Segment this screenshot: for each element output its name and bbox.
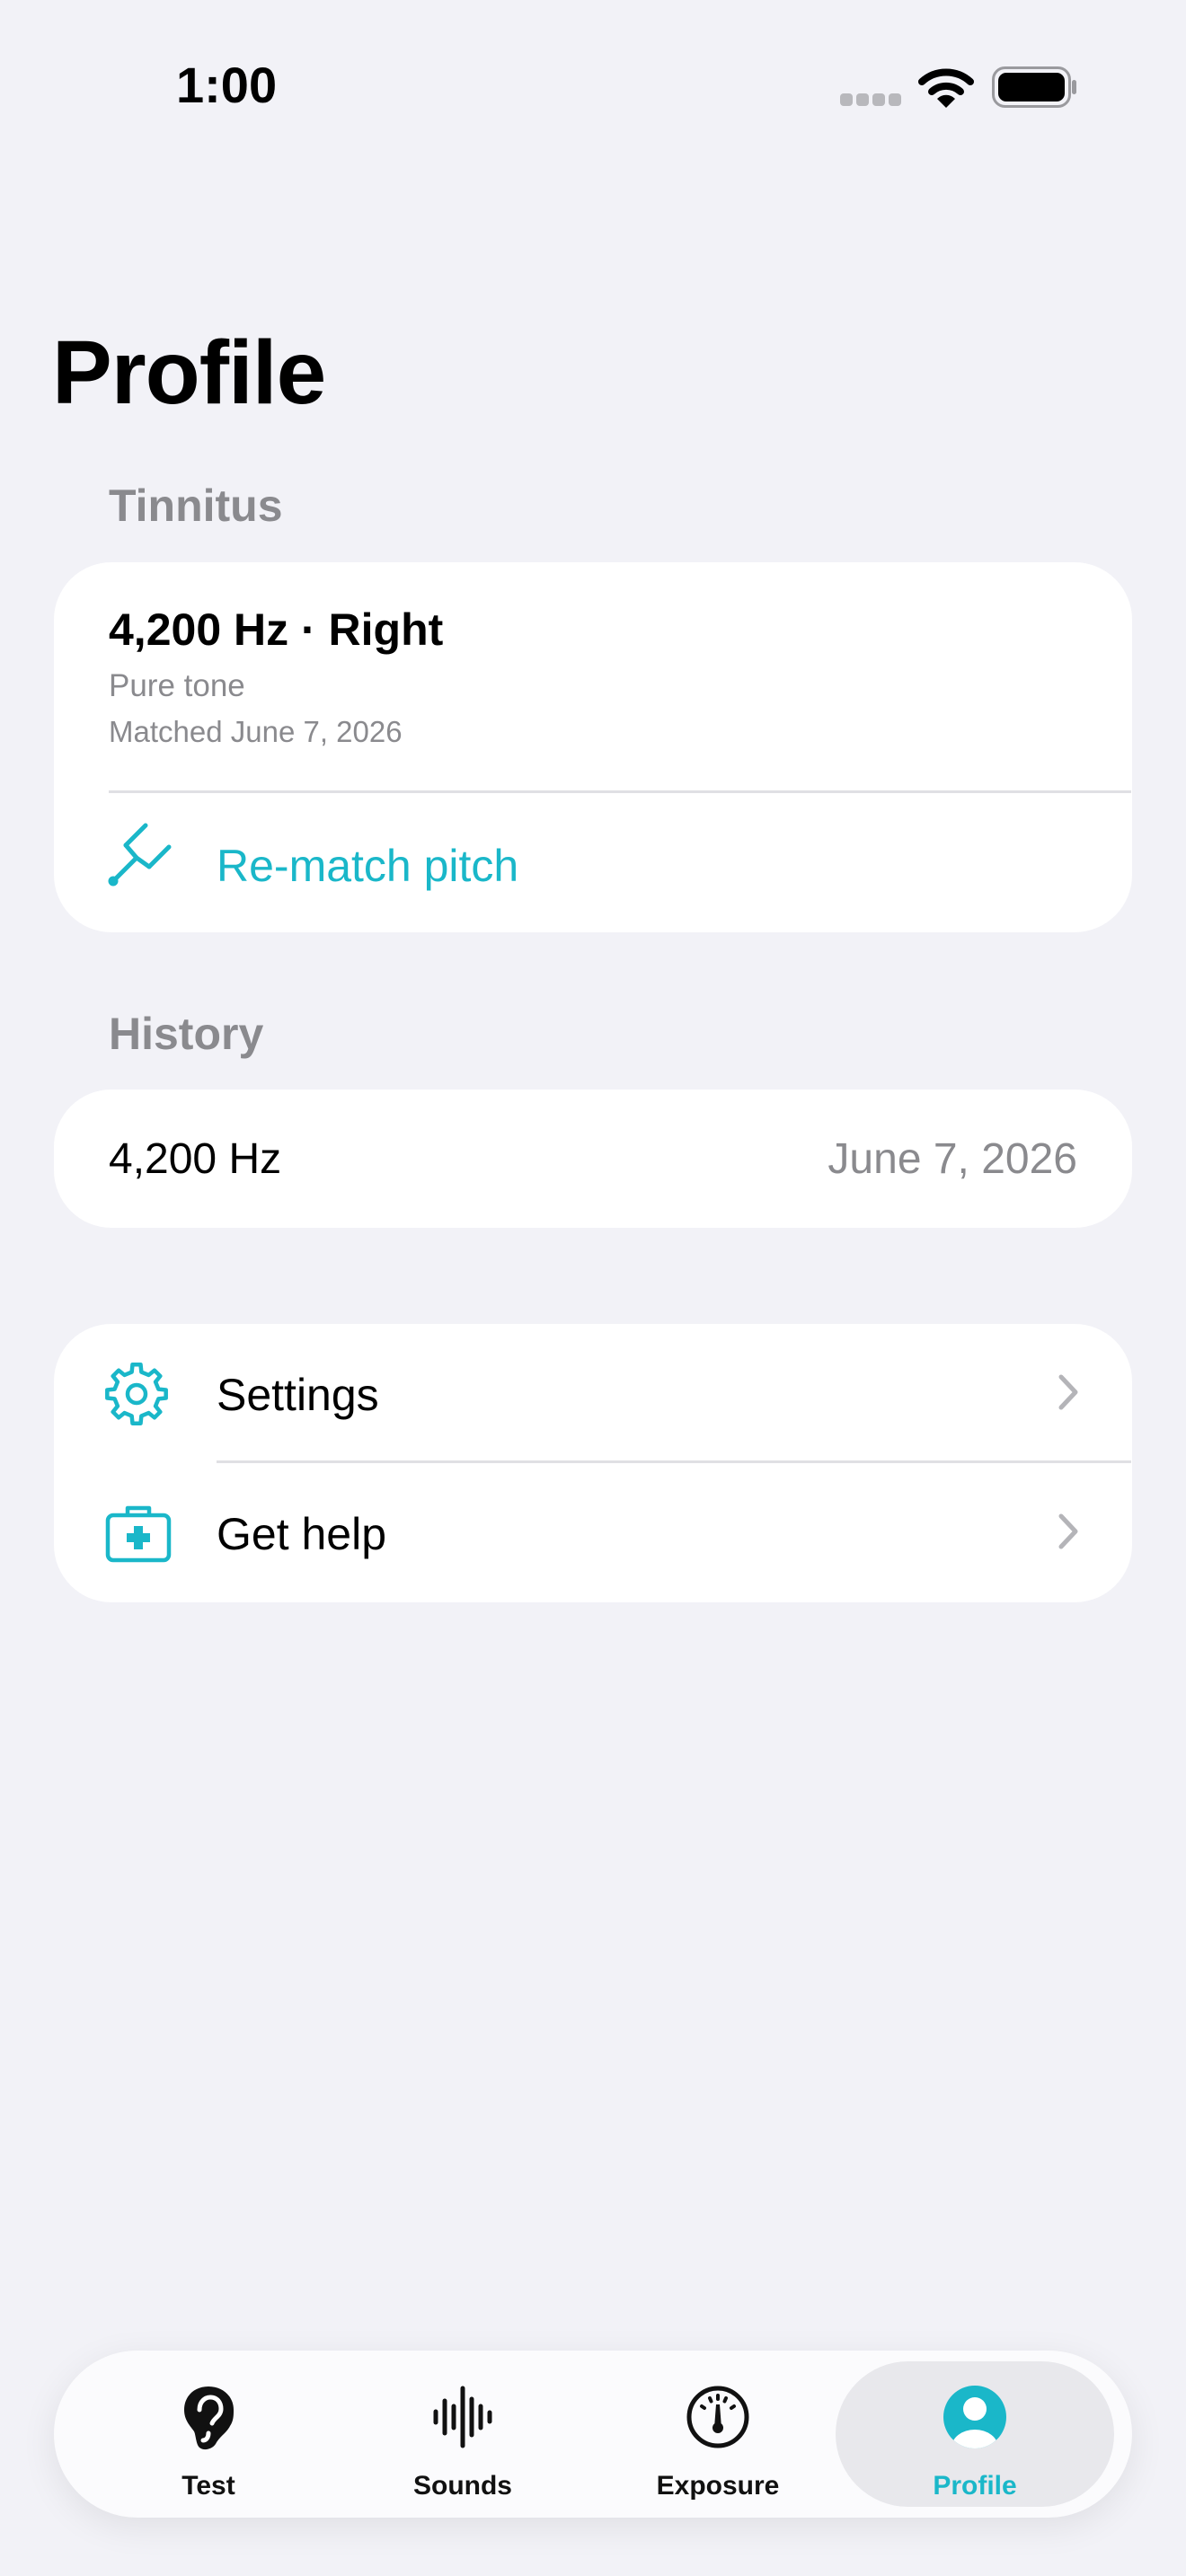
chevron-right-icon <box>1058 1513 1078 1549</box>
gear-icon <box>105 1363 168 1425</box>
settings-row[interactable]: Settings <box>54 1324 1132 1463</box>
cellular-signal-icon <box>840 93 901 106</box>
tab-test[interactable]: Test <box>83 2361 334 2507</box>
get-help-label: Get help <box>217 1509 387 1559</box>
page-title: Profile <box>52 322 326 423</box>
tab-label: Sounds <box>413 2471 512 2501</box>
history-item[interactable]: 4,200 Hz June 7, 2026 <box>54 1090 1132 1228</box>
history-frequency: 4,200 Hz <box>109 1135 282 1183</box>
section-header-tinnitus: Tinnitus <box>109 481 283 531</box>
person-circle-icon <box>943 2386 1006 2448</box>
waveform-icon <box>433 2386 492 2448</box>
rematch-pitch-button[interactable]: Re-match pitch <box>54 793 1132 932</box>
chevron-right-icon <box>1058 1374 1078 1410</box>
history-card: 4,200 Hz June 7, 2026 <box>54 1090 1132 1228</box>
tab-sounds[interactable]: Sounds <box>337 2361 589 2507</box>
status-bar: 1:00 <box>0 0 1186 180</box>
tab-label: Exposure <box>656 2471 780 2501</box>
ear-icon <box>184 2386 234 2450</box>
tab-label: Profile <box>933 2471 1017 2501</box>
history-date: June 7, 2026 <box>828 1135 1077 1183</box>
wifi-icon <box>918 68 974 108</box>
tinnitus-tone-type: Pure tone <box>109 668 245 703</box>
menu-card: Settings Get help <box>54 1324 1132 1602</box>
settings-label: Settings <box>217 1370 379 1420</box>
tuning-fork-icon <box>108 823 172 887</box>
section-header-history: History <box>109 1009 264 1059</box>
get-help-row[interactable]: Get help <box>54 1463 1132 1602</box>
tab-exposure[interactable]: Exposure <box>592 2361 844 2507</box>
gauge-icon <box>686 2386 749 2448</box>
rematch-pitch-label: Re-match pitch <box>217 841 519 891</box>
first-aid-kit-icon <box>105 1505 172 1563</box>
tab-label: Test <box>181 2471 235 2501</box>
tab-profile[interactable]: Profile <box>836 2361 1114 2507</box>
status-time: 1:00 <box>176 57 278 113</box>
battery-icon <box>992 66 1076 108</box>
tinnitus-matched-date: Matched June 7, 2026 <box>109 715 403 748</box>
tab-bar: Test Sounds Exposure Profile <box>54 2351 1132 2518</box>
tinnitus-frequency-ear: 4,200 Hz · Right <box>109 604 444 655</box>
tinnitus-card: 4,200 Hz · Right Pure tone Matched June … <box>54 562 1132 932</box>
